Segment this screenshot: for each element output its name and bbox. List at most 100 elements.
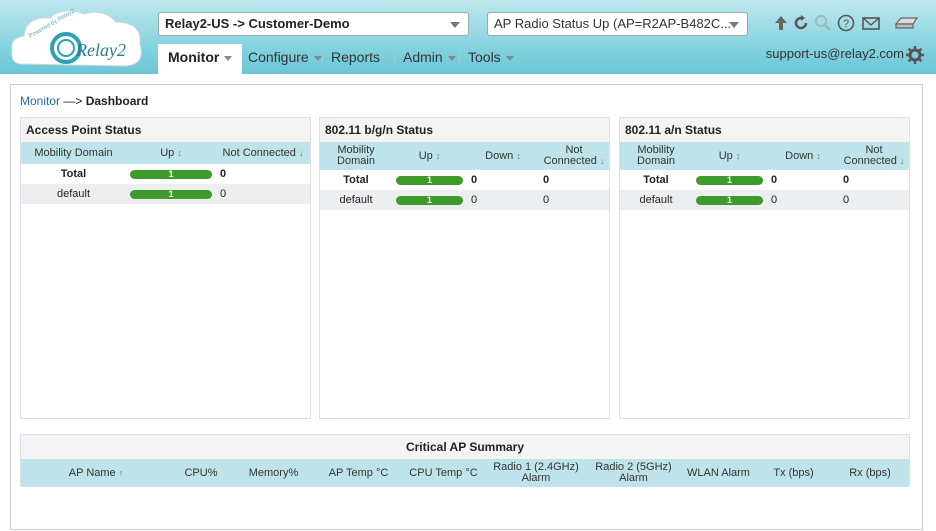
- col-wlan-alarm[interactable]: WLAN Alarm: [681, 459, 756, 487]
- col-mobility-domain[interactable]: Mobility Domain: [320, 142, 392, 170]
- col-up[interactable]: Up ↕: [126, 142, 216, 164]
- col-ap-name[interactable]: AP Name ↑: [21, 459, 171, 487]
- cell-up: 1: [692, 190, 767, 210]
- panel-title: Access Point Status: [21, 118, 310, 142]
- critical-ap-table: AP Name ↑ CPU% Memory% AP Temp °C CPU Te…: [21, 459, 909, 487]
- sort-icon: ↕: [516, 150, 521, 161]
- col-rx[interactable]: Rx (bps): [831, 459, 909, 487]
- col-memory[interactable]: Memory%: [231, 459, 316, 487]
- col-label: AP Temp °C: [328, 466, 389, 479]
- search-icon[interactable]: [814, 14, 832, 32]
- help-icon[interactable]: ?: [837, 14, 855, 32]
- cell-down: 0: [771, 174, 778, 186]
- nav-monitor[interactable]: Monitor: [158, 44, 243, 74]
- relay2-logo[interactable]: Powered by Relay2 Relay2: [8, 4, 148, 72]
- panel-title: Critical AP Summary: [21, 435, 909, 459]
- col-ap-temp[interactable]: AP Temp °C: [316, 459, 401, 487]
- col-radio1-alarm[interactable]: Radio 1 (2.4GHz) Alarm: [486, 459, 586, 487]
- panel-title: 802.11 b/g/n Status: [320, 118, 609, 142]
- col-down[interactable]: Down ↕: [767, 142, 839, 170]
- nav-admin[interactable]: Admin: [403, 44, 456, 74]
- critical-ap-summary: Critical AP Summary AP Name ↑ CPU% Memor…: [20, 434, 910, 487]
- col-label: Mobility Domain: [337, 144, 375, 167]
- upload-icon[interactable]: [772, 14, 790, 32]
- sort-desc-icon: ↓: [899, 156, 905, 166]
- router-icon[interactable]: [893, 14, 919, 32]
- customer-select[interactable]: Relay2-US -> Customer-Demo: [158, 12, 469, 36]
- nav-configure-label: Configure: [248, 49, 309, 65]
- mail-icon[interactable]: [862, 14, 880, 32]
- svg-text:?: ?: [843, 18, 849, 30]
- col-mobility-domain[interactable]: Mobility Domain: [620, 142, 692, 170]
- table-row[interactable]: Total 1 0 0: [620, 170, 909, 190]
- ap-status-table: Mobility Domain Up ↕ Not Connected ↓ Tot…: [21, 142, 310, 204]
- nav-divider: [459, 52, 460, 66]
- breadcrumb-monitor-link[interactable]: Monitor: [20, 94, 60, 108]
- breadcrumb-separator: —>: [60, 94, 86, 108]
- alert-select[interactable]: AP Radio Status Up (AP=R2AP-B482C...: [487, 12, 748, 36]
- cell-name: default: [21, 184, 126, 204]
- cell-up: 1: [392, 190, 467, 210]
- cell-down: 0: [467, 190, 539, 210]
- col-label: Mobility Domain: [637, 144, 675, 167]
- table-row[interactable]: Total 1 0 0: [320, 170, 609, 190]
- caret-down-icon: [224, 55, 233, 61]
- up-bar: 1: [130, 189, 212, 199]
- cell-up: 1: [126, 184, 216, 204]
- breadcrumb-current: Dashboard: [85, 94, 149, 108]
- col-label: Up: [718, 149, 733, 162]
- nav-tools[interactable]: Tools: [468, 44, 514, 74]
- table-row[interactable]: default 1 0 0: [620, 190, 909, 210]
- sort-asc-icon: ↑: [118, 467, 124, 478]
- col-cpu[interactable]: CPU%: [171, 459, 231, 487]
- table-row[interactable]: default 1 0 0: [320, 190, 609, 210]
- col-down[interactable]: Down ↕: [467, 142, 539, 170]
- nav-reports[interactable]: Reports: [331, 44, 380, 74]
- col-not-connected[interactable]: Not Connected ↓: [839, 142, 909, 170]
- cell-not-connected: 0: [843, 174, 850, 186]
- col-label: Memory%: [248, 466, 299, 479]
- col-label: Radio 1 (2.4GHz) Alarm: [493, 461, 579, 484]
- col-up[interactable]: Up ↕: [392, 142, 467, 170]
- up-bar: 1: [696, 175, 763, 185]
- nav-configure[interactable]: Configure: [248, 44, 322, 74]
- sort-desc-icon: ↓: [298, 147, 304, 158]
- nav-admin-label: Admin: [403, 49, 443, 65]
- col-label: Not Connected: [843, 144, 897, 167]
- gear-icon[interactable]: [906, 46, 924, 64]
- panel-title: 802.11 a/n Status: [620, 118, 909, 142]
- col-label: Mobility Domain: [34, 146, 113, 159]
- user-account[interactable]: support-us@relay2.com: [766, 46, 904, 61]
- chevron-down-icon: [450, 22, 460, 28]
- col-cpu-temp[interactable]: CPU Temp °C: [401, 459, 486, 487]
- col-up[interactable]: Up ↕: [692, 142, 767, 170]
- col-radio2-alarm[interactable]: Radio 2 (5GHz) Alarm: [586, 459, 681, 487]
- sort-icon: ↕: [735, 150, 741, 161]
- col-not-connected[interactable]: Not Connected ↓: [216, 142, 310, 164]
- sort-icon: ↕: [177, 147, 182, 158]
- cell-not-connected: 0: [839, 190, 909, 210]
- breadcrumb: Monitor —> Dashboard: [20, 94, 148, 108]
- customer-select-value: Relay2-US -> Customer-Demo: [165, 16, 350, 31]
- col-label: Down: [785, 149, 814, 162]
- col-not-connected[interactable]: Not Connected ↓: [539, 142, 609, 170]
- cell-down: 0: [471, 174, 478, 186]
- table-row[interactable]: Total 1 0: [21, 164, 310, 184]
- col-label: WLAN Alarm: [687, 466, 750, 479]
- col-label: Down: [485, 149, 514, 162]
- bgn-status-table: Mobility Domain Up ↕ Down ↕ Not Connecte…: [320, 142, 609, 210]
- col-label: CPU%: [184, 466, 218, 479]
- caret-down-icon: [505, 55, 514, 61]
- nav-divider: [322, 52, 323, 66]
- chevron-down-icon: [729, 22, 739, 28]
- col-tx[interactable]: Tx (bps): [756, 459, 831, 487]
- an-status-panel: 802.11 a/n Status Mobility Domain Up ↕ D…: [619, 117, 910, 419]
- col-label: AP Name: [68, 466, 116, 479]
- cell-name: Total: [60, 168, 87, 180]
- cell-name: Total: [643, 174, 669, 186]
- col-mobility-domain[interactable]: Mobility Domain: [21, 142, 126, 164]
- table-row[interactable]: default 1 0: [21, 184, 310, 204]
- cell-not-connected: 0: [543, 174, 550, 186]
- refresh-icon[interactable]: [792, 14, 810, 32]
- cell-not-connected: 0: [220, 168, 227, 180]
